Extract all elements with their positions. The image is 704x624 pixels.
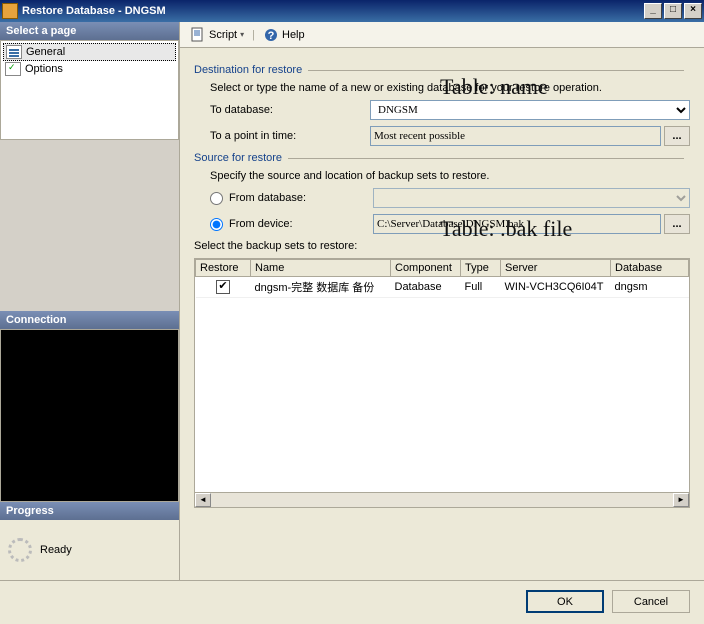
backup-sets-table[interactable]: Restore Name Component Type Server Datab…	[194, 258, 690, 493]
to-point-browse-button[interactable]: ...	[664, 126, 690, 146]
from-database-radio[interactable]	[210, 192, 223, 205]
restore-checkbox[interactable]: ✔	[216, 280, 230, 294]
sets-label: Select the backup sets to restore:	[194, 240, 357, 252]
table-row[interactable]: ✔ dngsm-完整 数据库 备份 Database Full WIN-VCH3…	[196, 277, 689, 298]
title-bar: Restore Database - DNGSM _ □ ×	[0, 0, 704, 22]
connection-panel	[0, 329, 179, 502]
pages-header: Select a page	[0, 22, 179, 40]
pages-list: General Options	[0, 40, 179, 140]
col-server[interactable]: Server	[501, 260, 611, 277]
cell-database: dngsm	[611, 277, 689, 298]
page-label: Options	[25, 63, 63, 75]
h-scrollbar[interactable]: ◄ ►	[194, 492, 690, 508]
col-type[interactable]: Type	[461, 260, 501, 277]
connection-header: Connection	[0, 311, 179, 329]
dest-hint: Select or type the name of a new or exis…	[210, 82, 602, 94]
ok-button[interactable]: OK	[526, 590, 604, 613]
spinner-icon	[8, 538, 32, 562]
cell-component: Database	[391, 277, 461, 298]
minimize-button[interactable]: _	[644, 3, 662, 19]
toolbar: Script | ? Help	[180, 22, 704, 48]
progress-status: Ready	[40, 544, 72, 556]
col-database[interactable]: Database	[611, 260, 689, 277]
col-restore[interactable]: Restore	[196, 260, 251, 277]
svg-text:?: ?	[268, 30, 275, 42]
script-icon	[190, 27, 206, 43]
to-point-label: To a point in time:	[210, 130, 370, 142]
cell-name: dngsm-完整 数据库 备份	[251, 277, 391, 298]
help-button[interactable]: ? Help	[259, 25, 309, 45]
from-device-browse-button[interactable]: ...	[664, 214, 690, 234]
cancel-button[interactable]: Cancel	[612, 590, 690, 613]
col-name[interactable]: Name	[251, 260, 391, 277]
maximize-button[interactable]: □	[664, 3, 682, 19]
app-icon	[2, 3, 18, 19]
scroll-left-icon[interactable]: ◄	[195, 493, 211, 507]
src-section: Source for restore	[194, 152, 690, 164]
window-title: Restore Database - DNGSM	[22, 5, 642, 17]
main-panel: Script | ? Help Destination for restore …	[180, 22, 704, 580]
progress-header: Progress	[0, 502, 179, 520]
page-general[interactable]: General	[3, 43, 176, 61]
cell-server: WIN-VCH3CQ6I04T	[501, 277, 611, 298]
from-device-input[interactable]	[373, 214, 661, 234]
to-point-input[interactable]	[370, 126, 661, 146]
from-db-label: From database:	[229, 192, 373, 204]
help-label: Help	[282, 29, 305, 41]
src-hint: Specify the source and location of backu…	[210, 170, 489, 182]
close-button[interactable]: ×	[684, 3, 702, 19]
help-icon: ?	[263, 27, 279, 43]
to-db-label: To database:	[210, 104, 370, 116]
page-options[interactable]: Options	[3, 61, 176, 77]
col-component[interactable]: Component	[391, 260, 461, 277]
from-device-label: From device:	[229, 218, 373, 230]
to-database-combo[interactable]: DNGSM	[370, 100, 690, 120]
options-icon	[5, 62, 21, 76]
form-area: Destination for restore Select or type t…	[180, 48, 704, 580]
from-database-combo[interactable]	[373, 188, 690, 208]
scroll-right-icon[interactable]: ►	[673, 493, 689, 507]
general-icon	[6, 45, 22, 59]
footer: OK Cancel	[0, 580, 704, 622]
script-label: Script	[209, 29, 237, 41]
sidebar: Select a page General Options Connection…	[0, 22, 180, 580]
dest-section: Destination for restore	[194, 64, 690, 76]
from-device-radio[interactable]	[210, 218, 223, 231]
page-label: General	[26, 46, 65, 58]
progress-panel: Ready	[0, 520, 179, 580]
script-button[interactable]: Script	[186, 25, 248, 45]
cell-type: Full	[461, 277, 501, 298]
